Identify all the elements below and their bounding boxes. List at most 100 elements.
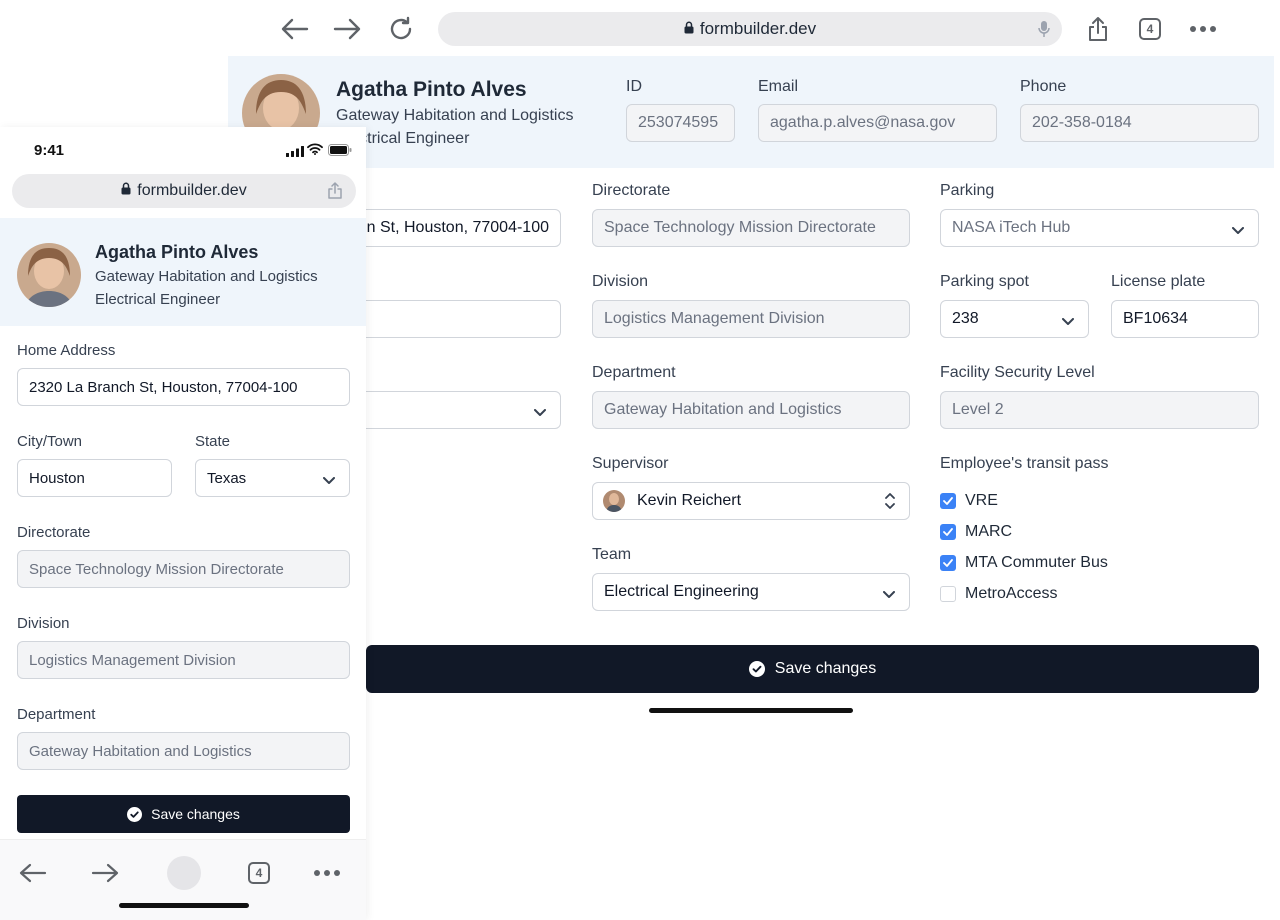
license-plate-label: License plate: [1111, 273, 1206, 290]
department-label: Department: [592, 364, 676, 381]
id-label: ID: [626, 78, 642, 95]
back-icon[interactable]: [16, 856, 50, 890]
forward-icon[interactable]: [88, 856, 122, 890]
home-indicator: [649, 708, 853, 713]
transit-option-label: MARC: [965, 523, 1013, 540]
address-bar[interactable]: formbuilder.dev: [438, 12, 1062, 46]
check-circle-icon: [127, 806, 143, 822]
division-field: Logistics Management Division: [592, 300, 910, 338]
division-label: Division: [592, 273, 649, 290]
save-changes-button[interactable]: Save changes: [366, 645, 1259, 693]
id-field: 253074595: [626, 104, 735, 142]
checkbox-checked[interactable]: [940, 493, 956, 509]
home-address-input[interactable]: 2320 La Branch St, Houston, 77004-100: [17, 368, 350, 406]
profile-title: Electrical Engineer: [95, 291, 221, 308]
chevron-down-icon: [1062, 313, 1074, 331]
directorate-label: Directorate: [17, 524, 91, 541]
url-text: formbuilder.dev: [699, 19, 817, 38]
parking-spot-label: Parking spot: [940, 273, 1029, 290]
team-value: Electrical Engineering: [604, 583, 759, 600]
reload-icon[interactable]: [386, 14, 416, 44]
browser-toolbar: formbuilder.dev 4: [228, 0, 1280, 56]
security-level-label: Facility Security Level: [940, 364, 1095, 381]
email-label: Email: [758, 78, 799, 95]
forward-icon[interactable]: [332, 14, 362, 44]
department-field: Gateway Habitation and Logistics: [592, 391, 910, 429]
department-label: Department: [17, 706, 96, 723]
parking-spot-select[interactable]: 238: [940, 300, 1089, 338]
phone-label: Phone: [1020, 78, 1067, 95]
lock-icon: [684, 19, 694, 39]
wifi-icon: [307, 142, 323, 160]
home-address-label: Home Address: [17, 342, 116, 359]
transit-pass-label: Employee's transit pass: [940, 455, 1109, 472]
team-select[interactable]: Electrical Engineering: [592, 573, 910, 611]
phone-browser-toolbar: 4: [0, 839, 366, 920]
transit-option-marc[interactable]: MARC: [940, 523, 1012, 541]
tablet-screen: formbuilder.dev 4 Agatha Pinto Alves Gat…: [228, 0, 1280, 720]
chevron-down-icon: [323, 472, 335, 489]
status-bar: 9:41: [0, 127, 366, 171]
home-button[interactable]: [167, 856, 201, 890]
parking-value: NASA iTech Hub: [952, 219, 1071, 236]
division-field: Logistics Management Division: [17, 641, 350, 679]
supervisor-label: Supervisor: [592, 455, 669, 472]
share-icon[interactable]: [328, 182, 342, 204]
directorate-field: Space Technology Mission Directorate: [592, 209, 910, 247]
tabs-count: 4: [1139, 18, 1161, 40]
more-options-icon[interactable]: [1188, 14, 1218, 44]
parking-spot-value: 238: [952, 310, 979, 327]
microphone-icon[interactable]: [1038, 20, 1050, 43]
state-value: Texas: [207, 469, 247, 487]
transit-option-vre[interactable]: VRE: [940, 492, 998, 510]
transit-option-label: VRE: [965, 492, 998, 509]
phone-field: 202-358-0184: [1020, 104, 1259, 142]
avatar: [17, 243, 81, 307]
more-options-icon[interactable]: [310, 856, 344, 890]
battery-icon: [328, 143, 352, 161]
lock-icon: [121, 182, 131, 200]
city-label: City/Town: [17, 433, 83, 450]
transit-option-label: MetroAccess: [965, 585, 1058, 602]
url-text: formbuilder.dev: [137, 182, 247, 199]
state-label: State: [195, 433, 231, 450]
state-select[interactable]: Texas: [195, 459, 350, 497]
tabs-button[interactable]: 4: [242, 856, 276, 890]
home-indicator: [119, 903, 249, 908]
checkbox-unchecked[interactable]: [940, 586, 956, 602]
checkbox-checked[interactable]: [940, 524, 956, 540]
city-input[interactable]: Houston: [17, 459, 172, 497]
checkbox-checked[interactable]: [940, 555, 956, 571]
security-level-field: Level 2: [940, 391, 1259, 429]
supervisor-select[interactable]: Kevin Reichert: [592, 482, 910, 520]
tabs-count: 4: [248, 862, 270, 884]
save-changes-label: Save changes: [774, 660, 877, 677]
phone-address-bar[interactable]: formbuilder.dev: [12, 174, 356, 208]
directorate-label: Directorate: [592, 182, 671, 199]
save-changes-button[interactable]: Save changes: [17, 795, 350, 833]
transit-option-metroaccess[interactable]: MetroAccess: [940, 585, 1057, 603]
back-icon[interactable]: [280, 14, 310, 44]
phone-screen: 9:41 formbuilder.dev Agatha Pinto Alves …: [0, 127, 366, 920]
signal-icon: [286, 144, 304, 162]
chevron-down-icon: [1232, 222, 1244, 240]
chevron-down-icon: [534, 404, 546, 422]
parking-label: Parking: [940, 182, 995, 199]
tabs-button[interactable]: 4: [1135, 14, 1165, 44]
save-changes-label: Save changes: [151, 806, 240, 822]
division-label: Division: [17, 615, 70, 632]
profile-name: Agatha Pinto Alves: [336, 78, 527, 101]
profile-organization: Gateway Habitation and Logistics: [336, 107, 574, 124]
check-circle-icon: [748, 661, 765, 677]
team-label: Team: [592, 546, 632, 563]
share-icon[interactable]: [1083, 14, 1113, 44]
status-time: 9:41: [34, 142, 65, 159]
license-plate-input[interactable]: BF10634: [1111, 300, 1259, 338]
transit-option-mta[interactable]: MTA Commuter Bus: [940, 554, 1108, 572]
profile-name: Agatha Pinto Alves: [95, 242, 259, 262]
supervisor-avatar: [603, 490, 625, 512]
chevron-down-icon: [883, 586, 895, 604]
parking-select[interactable]: NASA iTech Hub: [940, 209, 1259, 247]
sort-icon: [885, 493, 895, 514]
supervisor-value: Kevin Reichert: [637, 492, 742, 509]
